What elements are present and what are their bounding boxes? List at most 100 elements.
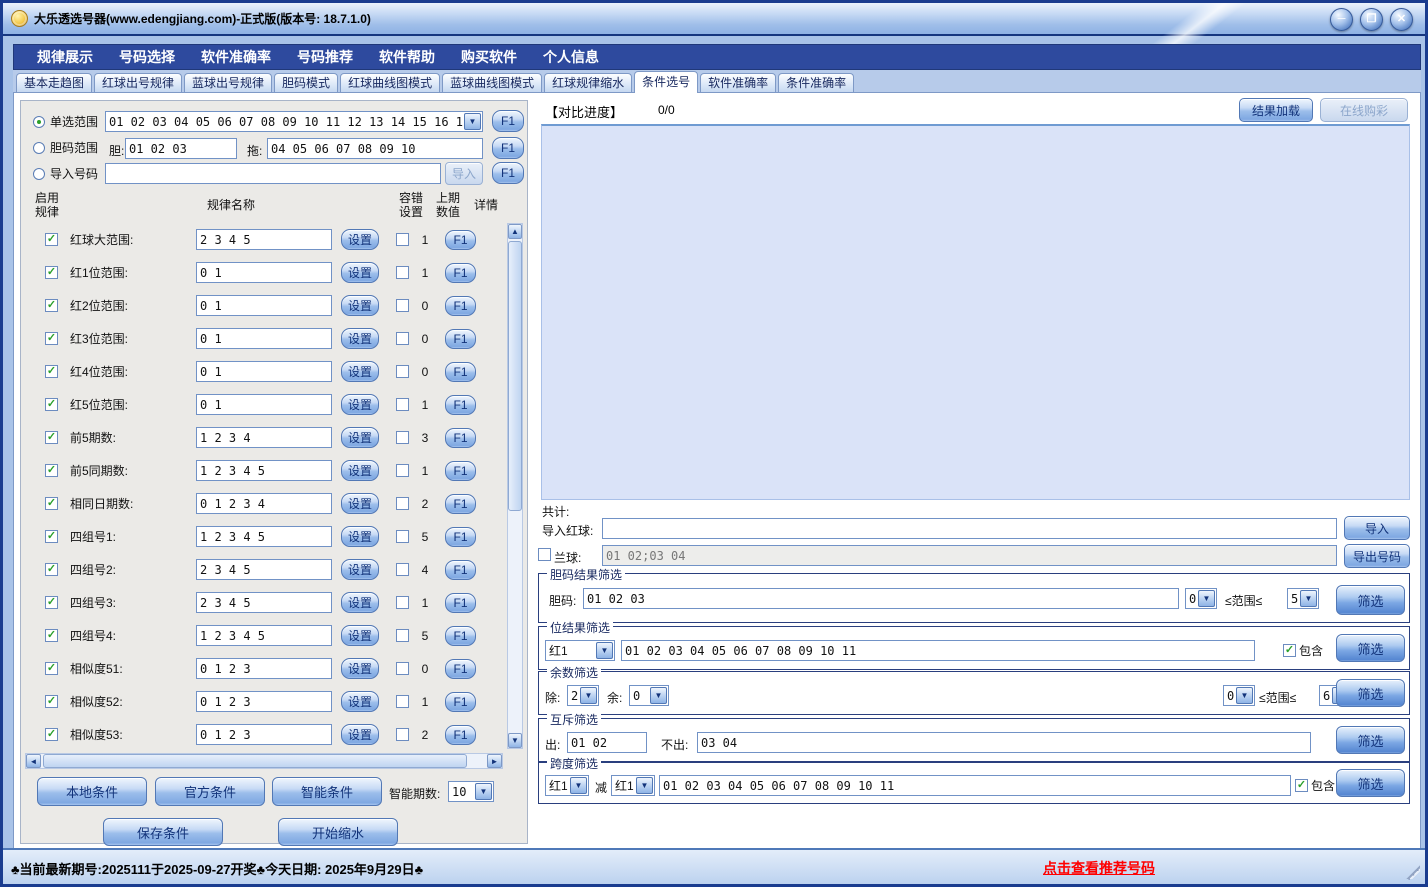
- tab[interactable]: 红球曲线图模式: [340, 73, 440, 93]
- rule-value-input[interactable]: [196, 361, 332, 382]
- local-condition-button[interactable]: 本地条件: [37, 777, 147, 806]
- menu-item[interactable]: 软件帮助: [366, 47, 448, 67]
- single-range-radio[interactable]: [33, 116, 45, 128]
- rule-f1-button[interactable]: F1: [445, 329, 476, 349]
- vertical-scroll-thumb[interactable]: [508, 241, 522, 511]
- import-numbers-f1-button[interactable]: F1: [492, 162, 524, 184]
- rule-set-button[interactable]: 设置: [341, 658, 379, 679]
- rule-tolerance-checkbox[interactable]: [396, 728, 409, 741]
- dan-range-f1-button[interactable]: F1: [492, 137, 524, 159]
- rules-horizontal-scrollbar[interactable]: ◄ ►: [25, 753, 503, 769]
- tab[interactable]: 条件准确率: [778, 73, 854, 93]
- rule-tolerance-checkbox[interactable]: [396, 398, 409, 411]
- rule-tolerance-checkbox[interactable]: [396, 431, 409, 444]
- rule-enable-checkbox[interactable]: ✓: [45, 563, 58, 576]
- dan-code-input[interactable]: [583, 588, 1179, 609]
- rule-enable-checkbox[interactable]: ✓: [45, 266, 58, 279]
- rule-f1-button[interactable]: F1: [445, 659, 476, 679]
- rule-enable-checkbox[interactable]: ✓: [45, 662, 58, 675]
- rule-tolerance-checkbox[interactable]: [396, 332, 409, 345]
- rule-enable-checkbox[interactable]: ✓: [45, 530, 58, 543]
- rule-value-input[interactable]: [196, 658, 332, 679]
- rule-value-input[interactable]: [196, 493, 332, 514]
- menu-item[interactable]: 个人信息: [530, 47, 612, 67]
- mutex-filter-button[interactable]: 筛选: [1336, 726, 1405, 754]
- rule-tolerance-checkbox[interactable]: [396, 233, 409, 246]
- rule-f1-button[interactable]: F1: [445, 461, 476, 481]
- import-numbers-button[interactable]: 导入: [445, 162, 483, 185]
- import-red-input[interactable]: [602, 518, 1337, 539]
- rule-value-input[interactable]: [196, 724, 332, 745]
- scroll-up-icon[interactable]: ▲: [508, 224, 522, 239]
- rule-enable-checkbox[interactable]: ✓: [45, 365, 58, 378]
- scroll-right-icon[interactable]: ►: [487, 754, 502, 768]
- divide-select[interactable]: 2 ▼: [567, 685, 599, 706]
- rule-enable-checkbox[interactable]: ✓: [45, 497, 58, 510]
- rule-value-input[interactable]: [196, 526, 332, 547]
- rule-f1-button[interactable]: F1: [445, 428, 476, 448]
- tab[interactable]: 条件选号: [634, 71, 698, 93]
- tab[interactable]: 红球规律缩水: [544, 73, 632, 93]
- rule-value-input[interactable]: [196, 559, 332, 580]
- rule-value-input[interactable]: [196, 460, 332, 481]
- scroll-left-icon[interactable]: ◄: [26, 754, 41, 768]
- rule-value-input[interactable]: [196, 592, 332, 613]
- chevron-down-icon[interactable]: ▼: [580, 687, 597, 704]
- chevron-down-icon[interactable]: ▼: [650, 687, 667, 704]
- rule-f1-button[interactable]: F1: [445, 527, 476, 547]
- rule-enable-checkbox[interactable]: ✓: [45, 464, 58, 477]
- scroll-down-icon[interactable]: ▼: [508, 733, 522, 748]
- export-numbers-button[interactable]: 导出号码: [1344, 544, 1410, 568]
- rule-value-input[interactable]: [196, 625, 332, 646]
- rule-value-input[interactable]: [196, 229, 332, 250]
- single-range-combobox[interactable]: 01 02 03 04 05 06 07 08 09 10 11 12 13 1…: [105, 111, 483, 132]
- blue-ball-checkbox[interactable]: [538, 548, 551, 561]
- official-condition-button[interactable]: 官方条件: [155, 777, 265, 806]
- rule-f1-button[interactable]: F1: [445, 263, 476, 283]
- rule-enable-checkbox[interactable]: ✓: [45, 596, 58, 609]
- import-numbers-input[interactable]: [105, 163, 441, 184]
- rule-tolerance-checkbox[interactable]: [396, 563, 409, 576]
- rule-enable-checkbox[interactable]: ✓: [45, 332, 58, 345]
- online-buy-button[interactable]: 在线购彩: [1320, 98, 1408, 122]
- rule-set-button[interactable]: 设置: [341, 427, 379, 448]
- rule-set-button[interactable]: 设置: [341, 691, 379, 712]
- position-select[interactable]: 红1 ▼: [545, 640, 615, 661]
- resize-grip[interactable]: [1406, 865, 1420, 879]
- rule-f1-button[interactable]: F1: [445, 296, 476, 316]
- rule-value-input[interactable]: [196, 427, 332, 448]
- recommended-numbers-link[interactable]: 点击查看推荐号码: [1043, 858, 1155, 878]
- rule-tolerance-checkbox[interactable]: [396, 464, 409, 477]
- dan-max-select[interactable]: 5 ▼: [1287, 588, 1319, 609]
- modulo-filter-button[interactable]: 筛选: [1336, 679, 1405, 707]
- import-red-button[interactable]: 导入: [1344, 516, 1410, 540]
- start-shrink-button[interactable]: 开始缩水: [278, 818, 398, 846]
- rule-value-input[interactable]: [196, 295, 332, 316]
- tab[interactable]: 红球出号规律: [94, 73, 182, 93]
- single-range-f1-button[interactable]: F1: [492, 110, 524, 132]
- dan-range-radio[interactable]: [33, 142, 45, 154]
- rule-f1-button[interactable]: F1: [445, 692, 476, 712]
- rule-f1-button[interactable]: F1: [445, 560, 476, 580]
- rule-set-button[interactable]: 设置: [341, 328, 379, 349]
- menu-item[interactable]: 软件准确率: [188, 47, 284, 67]
- rule-value-input[interactable]: [196, 328, 332, 349]
- smart-condition-button[interactable]: 智能条件: [272, 777, 382, 806]
- rule-enable-checkbox[interactable]: ✓: [45, 629, 58, 642]
- chevron-down-icon[interactable]: ▼: [475, 783, 492, 800]
- rule-enable-checkbox[interactable]: ✓: [45, 299, 58, 312]
- rule-set-button[interactable]: 设置: [341, 295, 379, 316]
- rule-tolerance-checkbox[interactable]: [396, 299, 409, 312]
- tab[interactable]: 胆码模式: [274, 73, 338, 93]
- maximize-button[interactable]: ❐: [1360, 8, 1383, 31]
- rule-tolerance-checkbox[interactable]: [396, 596, 409, 609]
- position-values-input[interactable]: [621, 640, 1255, 661]
- horizontal-scroll-thumb[interactable]: [43, 754, 467, 768]
- blue-ball-input[interactable]: [602, 545, 1337, 566]
- menu-item[interactable]: 规律展示: [24, 47, 106, 67]
- rule-enable-checkbox[interactable]: ✓: [45, 728, 58, 741]
- tab[interactable]: 蓝球曲线图模式: [442, 73, 542, 93]
- rule-enable-checkbox[interactable]: ✓: [45, 398, 58, 411]
- rule-set-button[interactable]: 设置: [341, 625, 379, 646]
- save-condition-button[interactable]: 保存条件: [103, 818, 223, 846]
